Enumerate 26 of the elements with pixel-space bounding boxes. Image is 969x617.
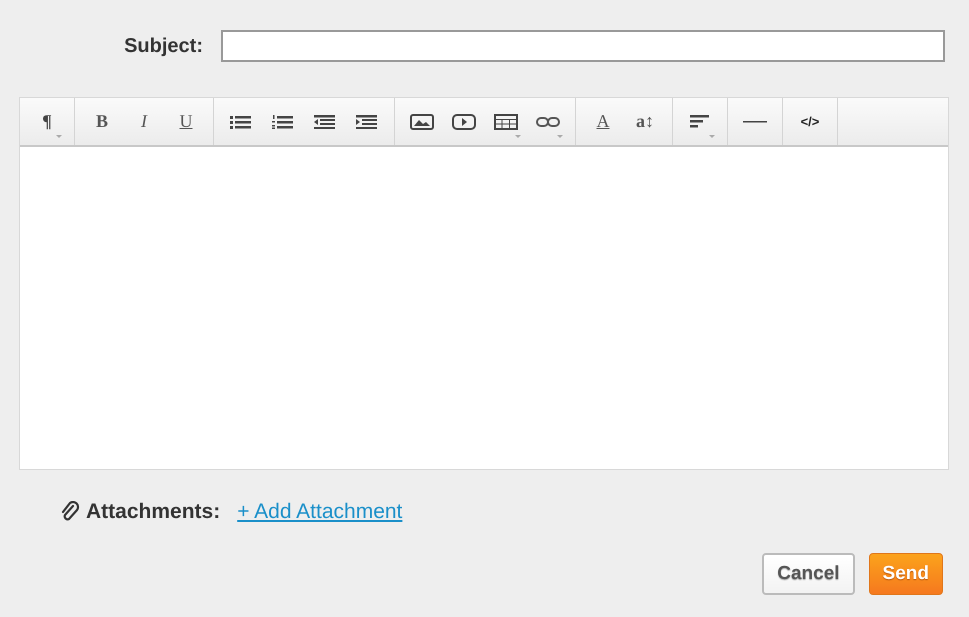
subject-field[interactable]: [221, 30, 945, 62]
indent-icon: [356, 114, 378, 128]
bullet-list-icon: [230, 114, 252, 128]
table-icon: [494, 114, 518, 130]
code-view-button[interactable]: </>: [789, 102, 831, 142]
caret-icon: [56, 134, 62, 138]
caret-icon: [515, 134, 521, 138]
bold-button[interactable]: B: [81, 102, 123, 142]
italic-button[interactable]: I: [123, 102, 165, 142]
paperclip-icon: [60, 501, 80, 523]
numbered-list-icon: [272, 114, 294, 128]
link-icon: [536, 116, 560, 128]
align-left-icon: [690, 115, 710, 128]
attachments-label: Attachments:: [86, 500, 220, 524]
image-icon: [410, 114, 434, 130]
cancel-button[interactable]: Cancel: [762, 553, 855, 595]
underline-button[interactable]: U: [165, 102, 207, 142]
outdent-icon: [314, 114, 336, 128]
play-icon: [452, 114, 476, 130]
subject-label: Subject:: [123, 34, 203, 58]
horizontal-line-icon: [743, 120, 767, 124]
font-color-button[interactable]: A: [582, 102, 624, 142]
caret-icon: [557, 134, 563, 138]
caret-icon: [709, 134, 715, 138]
paragraph-button[interactable]: ¶: [26, 102, 68, 142]
font-size-button[interactable]: a↕: [624, 102, 666, 142]
